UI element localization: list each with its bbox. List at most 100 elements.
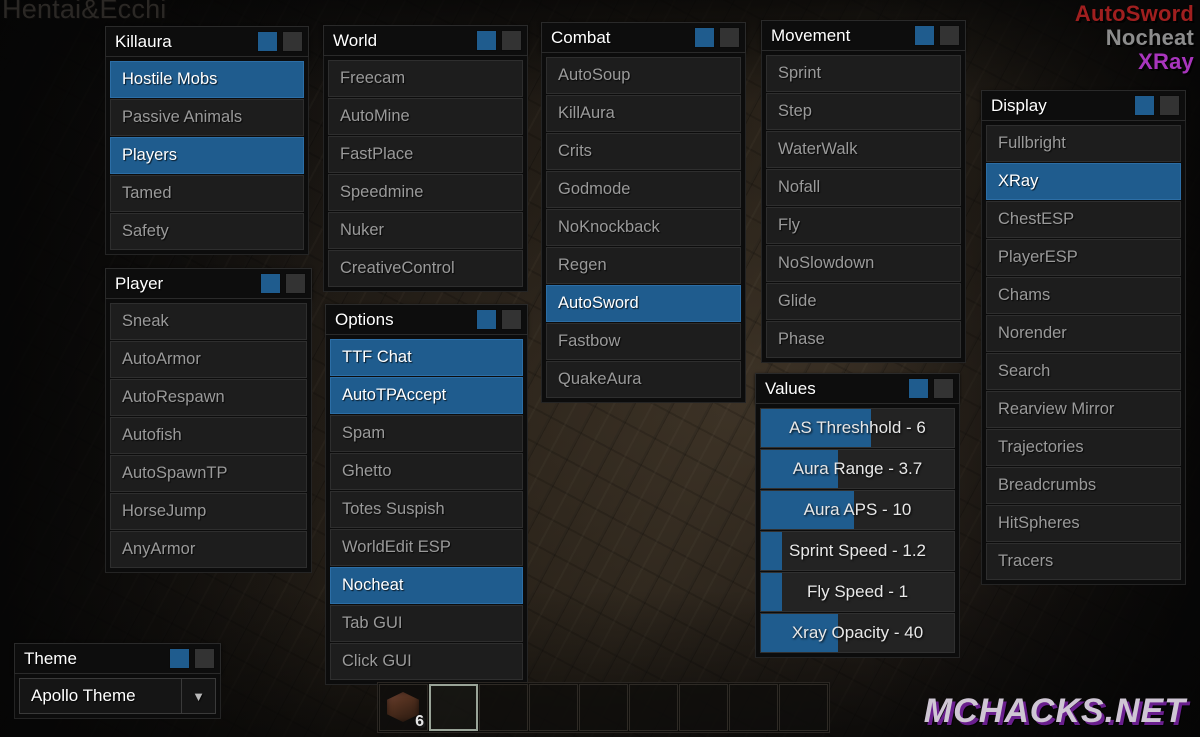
slider-sprint-speed[interactable]: Sprint Speed - 1.2 <box>760 531 955 571</box>
hotbar-slot-8[interactable] <box>729 684 778 731</box>
panel-collapse-button[interactable] <box>282 31 303 52</box>
panel-toggle-button[interactable] <box>694 27 715 48</box>
module-fly[interactable]: Fly <box>766 207 961 244</box>
module-hostile-mobs[interactable]: Hostile Mobs <box>110 61 304 98</box>
module-anyarmor[interactable]: AnyArmor <box>110 531 307 568</box>
hotbar-slot-5[interactable] <box>579 684 628 731</box>
panel-toggle-button[interactable] <box>908 378 929 399</box>
panel-collapse-button[interactable] <box>939 25 960 46</box>
module-rearview-mirror[interactable]: Rearview Mirror <box>986 391 1181 428</box>
module-creativecontrol[interactable]: CreativeControl <box>328 250 523 287</box>
panel-toggle-button[interactable] <box>1134 95 1155 116</box>
module-autosword[interactable]: AutoSword <box>546 285 741 322</box>
module-godmode[interactable]: Godmode <box>546 171 741 208</box>
panel-toggle-button[interactable] <box>476 30 497 51</box>
module-noknockback[interactable]: NoKnockback <box>546 209 741 246</box>
module-crits[interactable]: Crits <box>546 133 741 170</box>
module-tamed[interactable]: Tamed <box>110 175 304 212</box>
module-glide[interactable]: Glide <box>766 283 961 320</box>
panel-header-world[interactable]: World <box>323 25 528 56</box>
module-sneak[interactable]: Sneak <box>110 303 307 340</box>
module-autosoup[interactable]: AutoSoup <box>546 57 741 94</box>
panel-collapse-button[interactable] <box>1159 95 1180 116</box>
panel-collapse-button[interactable] <box>719 27 740 48</box>
module-horsejump[interactable]: HorseJump <box>110 493 307 530</box>
module-fullbright[interactable]: Fullbright <box>986 125 1181 162</box>
panel-header-movement[interactable]: Movement <box>761 20 966 51</box>
panel-toggle-button[interactable] <box>914 25 935 46</box>
hotbar-slot-6[interactable] <box>629 684 678 731</box>
panel-collapse-button[interactable] <box>933 378 954 399</box>
hotbar-slot-3[interactable] <box>479 684 528 731</box>
module-autospawntp[interactable]: AutoSpawnTP <box>110 455 307 492</box>
module-safety[interactable]: Safety <box>110 213 304 250</box>
module-freecam[interactable]: Freecam <box>328 60 523 97</box>
panel-header-player[interactable]: Player <box>105 268 312 299</box>
panel-header-options[interactable]: Options <box>325 304 528 335</box>
module-sprint[interactable]: Sprint <box>766 55 961 92</box>
module-quakeaura[interactable]: QuakeAura <box>546 361 741 398</box>
hotbar-slot-1[interactable]: 6 <box>379 684 428 731</box>
slider-aura-aps[interactable]: Aura APS - 10 <box>760 490 955 530</box>
hotbar-slot-7[interactable] <box>679 684 728 731</box>
panel-collapse-button[interactable] <box>501 309 522 330</box>
module-norender[interactable]: Norender <box>986 315 1181 352</box>
module-nofall[interactable]: Nofall <box>766 169 961 206</box>
module-autofish[interactable]: Autofish <box>110 417 307 454</box>
module-passive-animals[interactable]: Passive Animals <box>110 99 304 136</box>
theme-dropdown[interactable]: Apollo Theme ▼ <box>19 678 216 714</box>
module-noslowdown[interactable]: NoSlowdown <box>766 245 961 282</box>
module-chams[interactable]: Chams <box>986 277 1181 314</box>
module-autotpaccept[interactable]: AutoTPAccept <box>330 377 523 414</box>
module-xray[interactable]: XRay <box>986 163 1181 200</box>
module-chestesp[interactable]: ChestESP <box>986 201 1181 238</box>
module-waterwalk[interactable]: WaterWalk <box>766 131 961 168</box>
module-spam[interactable]: Spam <box>330 415 523 452</box>
module-tab-gui[interactable]: Tab GUI <box>330 605 523 642</box>
module-ttf-chat[interactable]: TTF Chat <box>330 339 523 376</box>
panel-header-values[interactable]: Values <box>755 373 960 404</box>
slider-aura-range[interactable]: Aura Range - 3.7 <box>760 449 955 489</box>
module-nocheat[interactable]: Nocheat <box>330 567 523 604</box>
module-click-gui[interactable]: Click GUI <box>330 643 523 680</box>
hotbar-slot-9[interactable] <box>779 684 828 731</box>
module-hitspheres[interactable]: HitSpheres <box>986 505 1181 542</box>
panel-collapse-button[interactable] <box>285 273 306 294</box>
panel-header-killaura[interactable]: Killaura <box>105 26 309 57</box>
module-fastplace[interactable]: FastPlace <box>328 136 523 173</box>
module-speedmine[interactable]: Speedmine <box>328 174 523 211</box>
panel-toggle-button[interactable] <box>476 309 497 330</box>
module-regen[interactable]: Regen <box>546 247 741 284</box>
panel-collapse-button[interactable] <box>194 648 215 669</box>
module-breadcrumbs[interactable]: Breadcrumbs <box>986 467 1181 504</box>
module-autorespawn[interactable]: AutoRespawn <box>110 379 307 416</box>
panel-toggle-button[interactable] <box>169 648 190 669</box>
chevron-down-icon[interactable]: ▼ <box>181 679 215 713</box>
module-fastbow[interactable]: Fastbow <box>546 323 741 360</box>
module-killaura[interactable]: KillAura <box>546 95 741 132</box>
hotbar-slot-2[interactable] <box>429 684 478 731</box>
module-automine[interactable]: AutoMine <box>328 98 523 135</box>
hotbar-slot-4[interactable] <box>529 684 578 731</box>
panel-header-display[interactable]: Display <box>981 90 1186 121</box>
module-players[interactable]: Players <box>110 137 304 174</box>
module-phase[interactable]: Phase <box>766 321 961 358</box>
hotbar[interactable]: 6 <box>377 682 830 733</box>
panel-header-theme[interactable]: Theme <box>14 643 221 674</box>
panel-toggle-button[interactable] <box>260 273 281 294</box>
module-search[interactable]: Search <box>986 353 1181 390</box>
module-trajectories[interactable]: Trajectories <box>986 429 1181 466</box>
slider-xray-opacity[interactable]: Xray Opacity - 40 <box>760 613 955 653</box>
slider-fly-speed[interactable]: Fly Speed - 1 <box>760 572 955 612</box>
module-ghetto[interactable]: Ghetto <box>330 453 523 490</box>
module-tracers[interactable]: Tracers <box>986 543 1181 580</box>
module-totes-suspish[interactable]: Totes Suspish <box>330 491 523 528</box>
module-playeresp[interactable]: PlayerESP <box>986 239 1181 276</box>
panel-toggle-button[interactable] <box>257 31 278 52</box>
module-autoarmor[interactable]: AutoArmor <box>110 341 307 378</box>
module-worldedit-esp[interactable]: WorldEdit ESP <box>330 529 523 566</box>
slider-as-threshhold[interactable]: AS Threshhold - 6 <box>760 408 955 448</box>
module-nuker[interactable]: Nuker <box>328 212 523 249</box>
panel-header-combat[interactable]: Combat <box>541 22 746 53</box>
module-step[interactable]: Step <box>766 93 961 130</box>
